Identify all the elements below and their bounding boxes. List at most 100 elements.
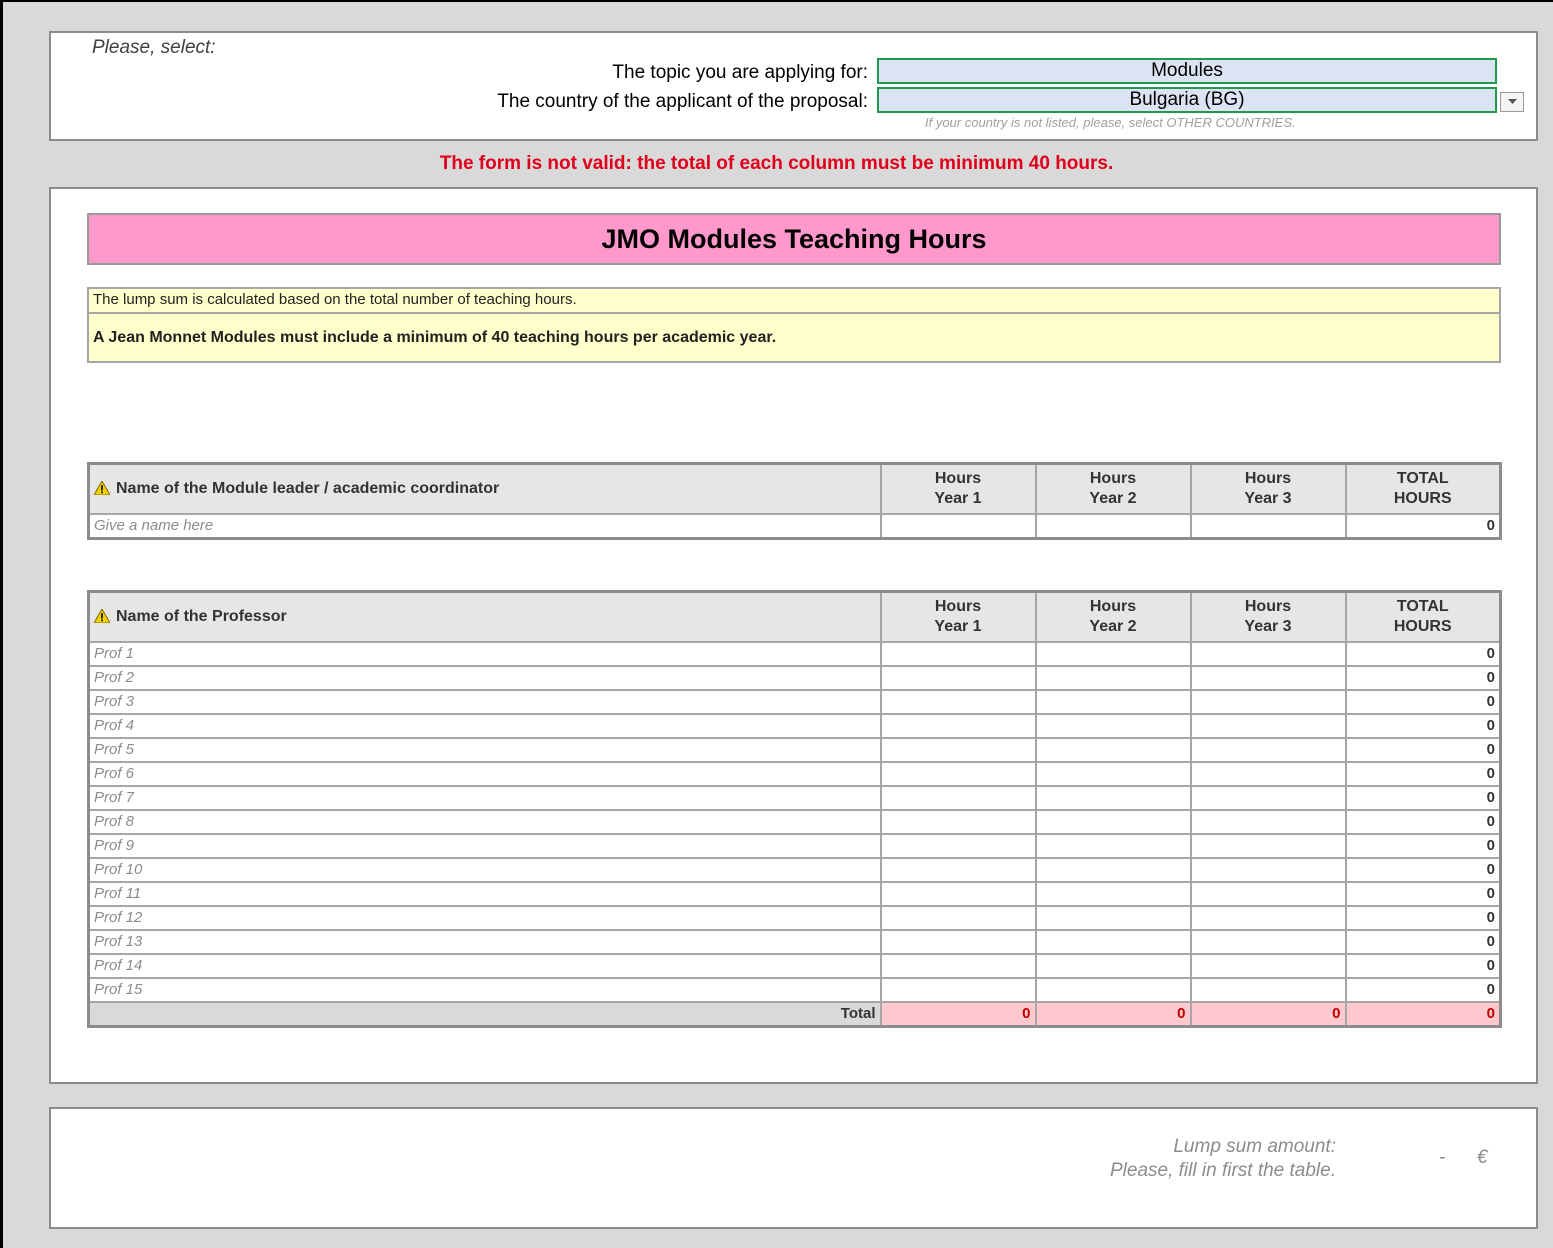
- header-line: HOURS: [1393, 617, 1452, 635]
- professor-year1-cell[interactable]: [879, 880, 1037, 907]
- professor-year2-cell[interactable]: [1034, 880, 1192, 907]
- professor-year1-cell[interactable]: [879, 760, 1037, 787]
- professor-total-cell: 0: [1344, 664, 1502, 691]
- professor-year3-cell[interactable]: [1189, 856, 1347, 883]
- professor-year1-cell[interactable]: [879, 952, 1037, 979]
- professor-name-field[interactable]: Prof 15: [87, 976, 882, 1003]
- professor-total-cell: 0: [1344, 736, 1502, 763]
- professor-year1-cell[interactable]: [879, 688, 1037, 715]
- header-line: Year 3: [1244, 617, 1292, 635]
- header-line: Hours: [1089, 469, 1137, 487]
- professor-name-field[interactable]: Prof 2: [87, 664, 882, 691]
- professor-year1-cell[interactable]: [879, 664, 1037, 691]
- professor-year2-cell[interactable]: [1034, 760, 1192, 787]
- professor-name-field[interactable]: Prof 6: [87, 760, 882, 787]
- professor-year3-cell[interactable]: [1189, 712, 1347, 739]
- header-line: Hours: [1244, 469, 1292, 487]
- professor-year2-cell[interactable]: [1034, 712, 1192, 739]
- chevron-down-icon: [1508, 99, 1517, 104]
- header-line: Hours: [1244, 597, 1292, 615]
- leader-year1-cell[interactable]: [879, 512, 1037, 539]
- leader-name-field[interactable]: Give a name here: [87, 512, 882, 539]
- professor-name-field[interactable]: Prof 13: [87, 928, 882, 955]
- leader-row: Give a name here 0: [87, 512, 1502, 539]
- professor-year2-cell[interactable]: [1034, 976, 1192, 1003]
- professor-year3-cell[interactable]: [1189, 736, 1347, 763]
- leader-year2-cell[interactable]: [1034, 512, 1192, 539]
- professor-year2-cell[interactable]: [1034, 808, 1192, 835]
- header-line: Year 3: [1244, 489, 1292, 507]
- professor-name-field[interactable]: Prof 7: [87, 784, 882, 811]
- professor-year1-cell[interactable]: [879, 736, 1037, 763]
- professor-name-field[interactable]: Prof 14: [87, 952, 882, 979]
- professor-row: Prof 1 0: [87, 640, 1502, 667]
- professor-year3-cell[interactable]: [1189, 688, 1347, 715]
- professor-year1-cell[interactable]: [879, 712, 1037, 739]
- professor-name-field[interactable]: Prof 5: [87, 736, 882, 763]
- professor-row: Prof 3 0: [87, 688, 1502, 715]
- professor-year2-cell[interactable]: [1034, 784, 1192, 811]
- header-line: HOURS: [1393, 489, 1452, 507]
- professor-name-field[interactable]: Prof 11: [87, 880, 882, 907]
- professor-name-field[interactable]: Prof 12: [87, 904, 882, 931]
- professor-year3-cell[interactable]: [1189, 952, 1347, 979]
- professor-year2-cell[interactable]: [1034, 688, 1192, 715]
- professor-row: Prof 7 0: [87, 784, 1502, 811]
- professor-year3-cell[interactable]: [1189, 640, 1347, 667]
- professor-year1-cell[interactable]: [879, 808, 1037, 835]
- professor-year3-cell[interactable]: [1189, 928, 1347, 955]
- professor-total-cell: 0: [1344, 688, 1502, 715]
- professor-name-field[interactable]: Prof 3: [87, 688, 882, 715]
- country-dropdown-button[interactable]: [1500, 92, 1524, 112]
- professor-year3-cell[interactable]: [1189, 904, 1347, 931]
- professor-year2-cell[interactable]: [1034, 640, 1192, 667]
- warning-icon: [94, 608, 110, 623]
- header-line: TOTAL: [1396, 597, 1449, 615]
- professor-year2-cell[interactable]: [1034, 736, 1192, 763]
- professor-col-year2: Hours Year 2: [1034, 590, 1192, 643]
- professor-year2-cell[interactable]: [1034, 856, 1192, 883]
- professor-year1-cell[interactable]: [879, 640, 1037, 667]
- professor-name-field[interactable]: Prof 4: [87, 712, 882, 739]
- leader-header-row: Name of the Module leader / academic coo…: [87, 462, 1502, 515]
- professor-name-field[interactable]: Prof 8: [87, 808, 882, 835]
- note-line-2: A Jean Monnet Modules must include a min…: [93, 329, 777, 346]
- professor-row: Prof 13 0: [87, 928, 1502, 955]
- professor-year2-cell[interactable]: [1034, 904, 1192, 931]
- professor-year2-cell[interactable]: [1034, 952, 1192, 979]
- professor-year1-cell[interactable]: [879, 832, 1037, 859]
- professor-total-cell: 0: [1344, 904, 1502, 931]
- professor-year3-cell[interactable]: [1189, 784, 1347, 811]
- professor-year3-cell[interactable]: [1189, 976, 1347, 1003]
- professor-table: Name of the Professor Hours Year 1 Hours Y…: [87, 590, 1502, 1028]
- professor-name-field[interactable]: Prof 9: [87, 832, 882, 859]
- topic-select[interactable]: Modules: [877, 58, 1497, 84]
- professor-year3-cell[interactable]: [1189, 808, 1347, 835]
- professor-year1-cell[interactable]: [879, 784, 1037, 811]
- total-hours: 0: [1344, 1000, 1502, 1027]
- professor-year3-cell[interactable]: [1189, 832, 1347, 859]
- professor-year3-cell[interactable]: [1189, 880, 1347, 907]
- selection-panel: Please, select: The topic you are applyi…: [49, 31, 1538, 141]
- professor-row: Prof 12 0: [87, 904, 1502, 931]
- professor-year2-cell[interactable]: [1034, 928, 1192, 955]
- country-select[interactable]: Bulgaria (BG): [877, 87, 1497, 113]
- lump-sum-label: Lump sum amount:: [1173, 1136, 1336, 1157]
- professor-year3-cell[interactable]: [1189, 664, 1347, 691]
- professor-name-field[interactable]: Prof 1: [87, 640, 882, 667]
- lump-sum-value: -: [1439, 1147, 1446, 1168]
- select-prompt: Please, select:: [92, 37, 216, 58]
- professor-name-field[interactable]: Prof 10: [87, 856, 882, 883]
- leader-year3-cell[interactable]: [1189, 512, 1347, 539]
- professor-header-row: Name of the Professor Hours Year 1 Hours Y…: [87, 590, 1502, 643]
- currency-symbol: €: [1477, 1147, 1488, 1168]
- professor-year1-cell[interactable]: [879, 928, 1037, 955]
- professor-year2-cell[interactable]: [1034, 664, 1192, 691]
- professor-year3-cell[interactable]: [1189, 760, 1347, 787]
- total-year1: 0: [879, 1000, 1037, 1027]
- professor-year2-cell[interactable]: [1034, 832, 1192, 859]
- note-divider: [89, 312, 1499, 314]
- professor-year1-cell[interactable]: [879, 856, 1037, 883]
- professor-year1-cell[interactable]: [879, 904, 1037, 931]
- professor-year1-cell[interactable]: [879, 976, 1037, 1003]
